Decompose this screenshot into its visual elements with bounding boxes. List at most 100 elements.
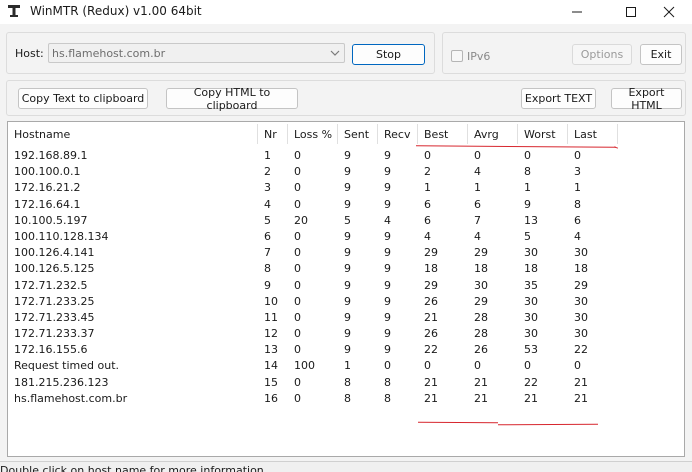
cell-recv: 0 bbox=[384, 359, 391, 373]
cell-last: 22 bbox=[574, 343, 588, 357]
cell-avrg: 0 bbox=[474, 149, 481, 162]
minimize-button[interactable] bbox=[554, 0, 600, 24]
table-row[interactable]: 100.126.4.141 7 0 9 9 29 29 30 30 bbox=[8, 245, 684, 261]
column-header-recv[interactable]: Recv bbox=[378, 124, 418, 144]
cell-best: 0 bbox=[424, 149, 431, 162]
table-row[interactable]: 100.100.0.1 2 0 9 9 2 4 8 3 bbox=[8, 164, 684, 180]
cell-hostname: 172.71.233.37 bbox=[14, 327, 95, 341]
cell-nr: 7 bbox=[264, 246, 271, 260]
stop-button[interactable]: Stop bbox=[352, 44, 425, 65]
ipv6-checkbox[interactable] bbox=[451, 50, 463, 62]
table-row[interactable]: 100.126.5.125 8 0 9 9 18 18 18 18 bbox=[8, 261, 684, 277]
cell-worst: 9 bbox=[524, 197, 531, 211]
cell-sent: 8 bbox=[344, 375, 351, 389]
cell-best: 18 bbox=[424, 262, 438, 276]
cell-recv: 9 bbox=[384, 278, 391, 292]
copy-text-button[interactable]: Copy Text to clipboard bbox=[18, 88, 148, 109]
cell-worst: 30 bbox=[524, 294, 538, 308]
table-row[interactable]: 172.71.232.5 9 0 9 9 29 30 35 29 bbox=[8, 278, 684, 294]
table-row[interactable]: 172.16.21.2 3 0 9 9 1 1 1 1 bbox=[8, 180, 684, 196]
cell-best: 29 bbox=[424, 246, 438, 260]
options-button[interactable]: Options bbox=[572, 44, 632, 65]
table-row[interactable]: 10.100.5.197 5 20 5 4 6 7 13 6 bbox=[8, 213, 684, 229]
column-header-sent[interactable]: Sent bbox=[338, 124, 378, 144]
cell-nr: 1 bbox=[264, 149, 271, 162]
table-row[interactable]: 100.110.128.134 6 0 9 9 4 4 5 4 bbox=[8, 229, 684, 245]
cell-loss: 0 bbox=[294, 181, 301, 195]
table-row[interactable]: 172.16.64.1 4 0 9 9 6 6 9 8 bbox=[8, 197, 684, 213]
cell-avrg: 21 bbox=[474, 375, 488, 389]
column-header-nr[interactable]: Nr bbox=[258, 124, 288, 144]
cell-avrg: 21 bbox=[474, 391, 488, 405]
column-header-avrg[interactable]: Avrg bbox=[468, 124, 518, 144]
cell-last: 30 bbox=[574, 310, 588, 324]
cell-avrg: 30 bbox=[474, 278, 488, 292]
cell-sent: 9 bbox=[344, 278, 351, 292]
export-html-button[interactable]: Export HTML bbox=[611, 86, 682, 112]
annotation-line-bottom-1 bbox=[417, 421, 499, 424]
cell-avrg: 18 bbox=[474, 262, 488, 276]
trace-results-list[interactable]: Hostname Nr Loss % Sent Recv Best Avrg W… bbox=[7, 121, 685, 457]
table-row[interactable]: 172.71.233.45 11 0 9 9 21 28 30 30 bbox=[8, 310, 684, 326]
cell-sent: 9 bbox=[344, 343, 351, 357]
table-row[interactable]: 172.71.233.25 10 0 9 9 26 29 30 30 bbox=[8, 294, 684, 310]
cell-sent: 9 bbox=[344, 229, 351, 243]
cell-worst: 21 bbox=[524, 391, 538, 405]
copy-html-button[interactable]: Copy HTML to clipboard bbox=[166, 86, 298, 112]
cell-loss: 0 bbox=[294, 310, 301, 324]
column-header-loss[interactable]: Loss % bbox=[288, 124, 338, 144]
cell-recv: 9 bbox=[384, 327, 391, 341]
minimize-icon bbox=[572, 11, 582, 13]
cell-best: 26 bbox=[424, 327, 438, 341]
column-header-best[interactable]: Best bbox=[418, 124, 468, 144]
cell-worst: 35 bbox=[524, 278, 538, 292]
exit-button[interactable]: Exit bbox=[640, 44, 682, 65]
cell-hostname: 100.110.128.134 bbox=[14, 229, 109, 243]
close-button[interactable] bbox=[646, 0, 692, 24]
cell-recv: 8 bbox=[384, 375, 391, 389]
cell-nr: 2 bbox=[264, 165, 271, 179]
cell-recv: 9 bbox=[384, 181, 391, 195]
cell-sent: 9 bbox=[344, 310, 351, 324]
status-text: Double click on host name for more infor… bbox=[0, 464, 268, 472]
cell-loss: 0 bbox=[294, 343, 301, 357]
chevron-down-icon[interactable] bbox=[330, 49, 340, 57]
column-header-last[interactable]: Last bbox=[568, 124, 618, 144]
cell-loss: 0 bbox=[294, 165, 301, 179]
cell-hostname: 100.126.5.125 bbox=[14, 262, 95, 276]
table-row[interactable]: 172.71.233.37 12 0 9 9 26 28 30 30 bbox=[8, 326, 684, 342]
cell-hostname: 172.71.232.5 bbox=[14, 278, 88, 292]
cell-last: 30 bbox=[574, 327, 588, 341]
table-row[interactable]: 181.215.236.123 15 0 8 8 21 21 22 21 bbox=[8, 375, 684, 391]
cell-hostname: 192.168.89.1 bbox=[14, 149, 88, 162]
table-row[interactable]: Request timed out. 14 100 1 0 0 0 0 0 bbox=[8, 358, 684, 374]
table-row[interactable]: 172.16.155.6 13 0 9 9 22 26 53 22 bbox=[8, 342, 684, 358]
cell-avrg: 1 bbox=[474, 181, 481, 195]
cell-worst: 30 bbox=[524, 246, 538, 260]
export-text-button[interactable]: Export TEXT bbox=[521, 88, 596, 109]
column-header-worst[interactable]: Worst bbox=[518, 124, 568, 144]
cell-loss: 0 bbox=[294, 149, 301, 162]
table-row[interactable]: hs.flamehost.com.br 16 0 8 8 21 21 21 21 bbox=[8, 391, 684, 407]
cell-loss: 0 bbox=[294, 327, 301, 341]
cell-avrg: 4 bbox=[474, 165, 481, 179]
host-input[interactable]: hs.flamehost.com.br bbox=[52, 47, 165, 60]
cell-recv: 9 bbox=[384, 310, 391, 324]
cell-recv: 9 bbox=[384, 262, 391, 276]
cell-worst: 0 bbox=[524, 359, 531, 373]
table-row[interactable]: 192.168.89.1 1 0 9 9 0 0 0 0 bbox=[8, 148, 684, 164]
cell-loss: 100 bbox=[294, 359, 315, 373]
host-combobox[interactable]: hs.flamehost.com.br bbox=[48, 43, 345, 63]
winmtr-app-icon bbox=[8, 5, 20, 17]
cell-recv: 9 bbox=[384, 246, 391, 260]
cell-recv: 9 bbox=[384, 294, 391, 308]
cell-nr: 6 bbox=[264, 229, 271, 243]
column-header-hostname[interactable]: Hostname bbox=[8, 124, 258, 144]
cell-sent: 8 bbox=[344, 391, 351, 405]
cell-last: 29 bbox=[574, 278, 588, 292]
cell-nr: 8 bbox=[264, 262, 271, 276]
cell-loss: 0 bbox=[294, 375, 301, 389]
cell-best: 26 bbox=[424, 294, 438, 308]
close-icon bbox=[663, 6, 675, 18]
cell-avrg: 28 bbox=[474, 310, 488, 324]
